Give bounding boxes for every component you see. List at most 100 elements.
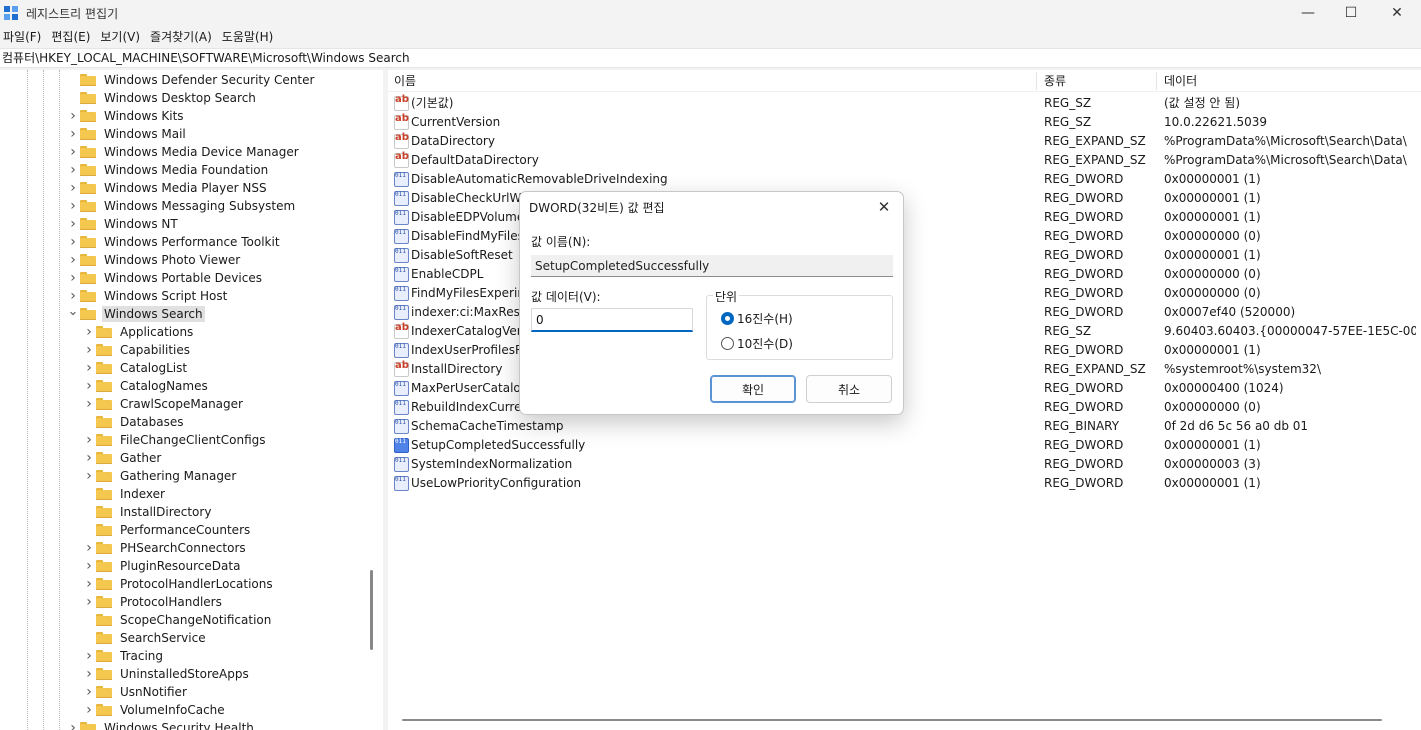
column-header-data[interactable]: 데이터 [1158, 70, 1197, 92]
minimize-button[interactable]: — [1285, 0, 1331, 26]
list-horizontal-scrollbar[interactable] [402, 719, 1382, 721]
value-row[interactable]: (기본값) REG_SZ (값 설정 안 됨) [388, 94, 1421, 113]
value-row[interactable]: DataDirectory REG_EXPAND_SZ %ProgramData%\… [388, 132, 1421, 151]
chevron-right-icon[interactable]: › [82, 683, 96, 701]
tree-scrollbar[interactable] [370, 570, 373, 650]
chevron-down-icon[interactable]: ⌄ [66, 302, 80, 320]
chevron-right-icon[interactable]: › [66, 179, 80, 197]
ok-button[interactable]: 확인 [710, 375, 796, 403]
tree-item[interactable]: › Gathering Manager [82, 467, 238, 485]
chevron-right-icon[interactable]: › [82, 467, 96, 485]
tree-item[interactable]: ScopeChangeNotification [82, 611, 273, 629]
menu-favorites[interactable]: 즐겨찾기(A) [147, 27, 219, 47]
tree-item[interactable]: › FileChangeClientConfigs [82, 431, 268, 449]
chevron-right-icon[interactable]: › [82, 647, 96, 665]
tree-item[interactable]: Windows Defender Security Center [66, 71, 316, 89]
maximize-button[interactable]: ☐ [1328, 0, 1374, 26]
value-row[interactable]: UseLowPriorityConfiguration REG_DWORD 0x00… [388, 474, 1421, 493]
tree-item[interactable]: › VolumeInfoCache [82, 701, 227, 719]
chevron-right-icon[interactable]: › [66, 215, 80, 233]
tree-item[interactable]: › ProtocolHandlers [82, 593, 224, 611]
tree-item[interactable]: › Windows Media Foundation [66, 161, 270, 179]
address-bar[interactable]: 컴퓨터\HKEY_LOCAL_MACHINE\SOFTWARE\Microsof… [0, 48, 1421, 68]
tree-item[interactable]: › PHSearchConnectors [82, 539, 248, 557]
tree-item[interactable]: PerformanceCounters [82, 521, 252, 539]
value-data-input[interactable] [531, 308, 693, 332]
cancel-button[interactable]: 취소 [806, 375, 892, 403]
menu-file[interactable]: 파일(F) [0, 27, 48, 47]
chevron-right-icon[interactable]: › [66, 197, 80, 215]
tree-item[interactable]: › Windows Security Health [66, 719, 256, 730]
chevron-right-icon[interactable]: › [82, 341, 96, 359]
tree-item[interactable]: › Windows Photo Viewer [66, 251, 242, 269]
radio-decimal[interactable]: 10진수(D) [721, 335, 793, 352]
tree-item[interactable]: › Windows Media Player NSS [66, 179, 269, 197]
menu-view[interactable]: 보기(V) [97, 27, 147, 47]
tree-item[interactable]: SearchService [82, 629, 208, 647]
tree-item[interactable]: › Tracing [82, 647, 165, 665]
chevron-right-icon[interactable]: › [82, 359, 96, 377]
value-row[interactable]: SetupCompletedSuccessfully REG_DWORD 0x000… [388, 436, 1421, 455]
chevron-right-icon[interactable]: › [66, 719, 80, 730]
value-row[interactable]: SystemIndexNormalization REG_DWORD 0x00000… [388, 455, 1421, 474]
tree-item[interactable]: › Windows Performance Toolkit [66, 233, 282, 251]
chevron-right-icon[interactable]: › [82, 665, 96, 683]
tree-item[interactable]: › CrawlScopeManager [82, 395, 245, 413]
tree-item[interactable]: › CatalogList [82, 359, 189, 377]
radio-hexadecimal[interactable]: 16진수(H) [721, 310, 793, 327]
tree-item[interactable]: Indexer [82, 485, 167, 503]
tree-item[interactable]: › UninstalledStoreApps [82, 665, 251, 683]
column-separator[interactable] [1156, 72, 1157, 90]
tree-item[interactable]: › Applications [82, 323, 195, 341]
tree-item[interactable]: › CatalogNames [82, 377, 210, 395]
value-row[interactable]: SchemaCacheTimestamp REG_BINARY 0f 2d d6 5… [388, 417, 1421, 436]
chevron-right-icon[interactable]: › [66, 161, 80, 179]
tree-item[interactable]: › Windows NT [66, 215, 180, 233]
menu-edit[interactable]: 편집(E) [48, 27, 97, 47]
chevron-right-icon[interactable]: › [82, 539, 96, 557]
chevron-right-icon[interactable]: › [82, 323, 96, 341]
tree-item[interactable]: › ProtocolHandlerLocations [82, 575, 275, 593]
chevron-right-icon[interactable]: › [82, 593, 96, 611]
tree-item[interactable]: › Windows Media Device Manager [66, 143, 301, 161]
chevron-right-icon[interactable]: › [82, 377, 96, 395]
chevron-right-icon[interactable]: › [66, 143, 80, 161]
tree-item[interactable]: Databases [82, 413, 186, 431]
chevron-right-icon[interactable]: › [82, 701, 96, 719]
chevron-right-icon[interactable]: › [82, 431, 96, 449]
chevron-right-icon[interactable]: › [66, 125, 80, 143]
tree-item[interactable]: › Windows Portable Devices [66, 269, 264, 287]
radio-hex-indicator[interactable] [721, 312, 734, 325]
menu-help[interactable]: 도움말(H) [219, 27, 281, 47]
value-row[interactable]: CurrentVersion REG_SZ 10.0.22621.5039 [388, 113, 1421, 132]
tree-item[interactable]: › Capabilities [82, 341, 192, 359]
tree-item[interactable]: InstallDirectory [82, 503, 213, 521]
tree-item[interactable]: › Windows Mail [66, 125, 188, 143]
chevron-right-icon[interactable]: › [82, 395, 96, 413]
column-header-type[interactable]: 종류 [1038, 70, 1066, 92]
tree-item[interactable]: › Windows Script Host [66, 287, 229, 305]
dialog-close-button[interactable]: ✕ [873, 196, 895, 218]
tree-item-label: Windows Media Foundation [104, 163, 269, 177]
column-header-name[interactable]: 이름 [388, 70, 416, 92]
tree-item[interactable]: › Gather [82, 449, 163, 467]
column-separator[interactable] [1036, 72, 1037, 90]
radio-dec-indicator[interactable] [721, 337, 734, 350]
close-window-button[interactable]: ✕ [1374, 0, 1420, 26]
chevron-right-icon[interactable]: › [66, 233, 80, 251]
chevron-right-icon[interactable]: › [82, 449, 96, 467]
tree-item[interactable]: ⌄ Windows Search [66, 302, 205, 323]
value-row[interactable]: DefaultDataDirectory REG_EXPAND_SZ %Progra… [388, 151, 1421, 170]
tree-item[interactable]: › Windows Messaging Subsystem [66, 197, 297, 215]
tree-item[interactable]: Windows Desktop Search [66, 89, 258, 107]
tree-item[interactable]: › PluginResourceData [82, 557, 242, 575]
chevron-right-icon[interactable]: › [66, 251, 80, 269]
value-row[interactable]: DisableAutomaticRemovableDriveIndexing RE… [388, 170, 1421, 189]
chevron-right-icon[interactable]: › [82, 575, 96, 593]
chevron-right-icon[interactable]: › [82, 557, 96, 575]
tree-item[interactable]: › Windows Kits [66, 107, 186, 125]
key-tree-pane[interactable]: Windows Defender Security Center Windows … [0, 70, 383, 730]
tree-item[interactable]: › UsnNotifier [82, 683, 189, 701]
chevron-right-icon[interactable]: › [66, 269, 80, 287]
chevron-right-icon[interactable]: › [66, 107, 80, 125]
